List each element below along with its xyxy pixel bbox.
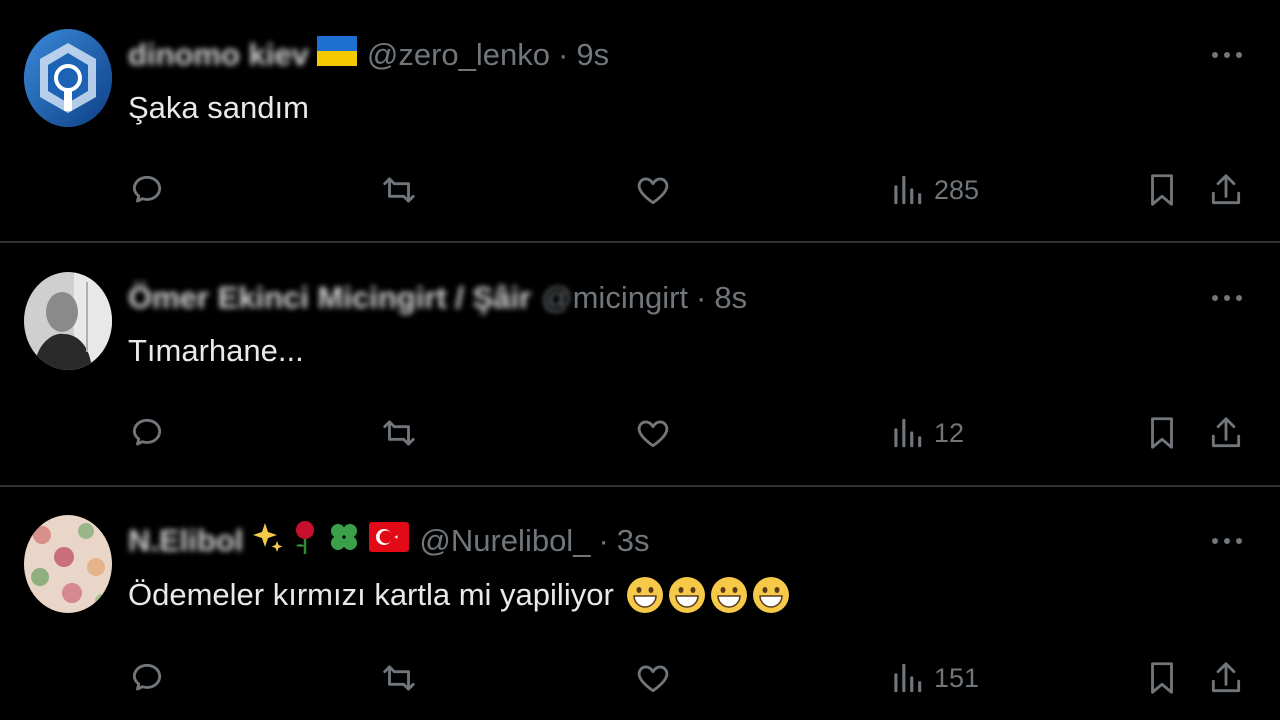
bookmark-button[interactable] xyxy=(1143,656,1181,700)
heart-icon xyxy=(637,177,669,205)
views-count: 12 xyxy=(934,417,965,448)
grinning-face-emoji-icon xyxy=(710,577,747,613)
share-icon xyxy=(1211,174,1241,205)
bookmark-icon xyxy=(1151,174,1173,206)
views-count: 151 xyxy=(934,662,980,693)
bookmark-icon xyxy=(1151,662,1173,694)
grinning-face-emoji-icon xyxy=(626,577,663,613)
views-chart-icon xyxy=(894,418,922,448)
grinning-face-emoji-icon xyxy=(668,577,705,613)
tweet-text-body: Ödemeler kırmızı kartla mi yapiliyor xyxy=(128,577,614,612)
retweet-button[interactable] xyxy=(380,168,418,212)
user-handle[interactable]: micingirt xyxy=(573,280,688,316)
share-button[interactable] xyxy=(1207,168,1245,212)
heart-icon xyxy=(637,665,669,693)
avatar[interactable] xyxy=(24,29,112,127)
reply-button[interactable] xyxy=(128,656,166,700)
retweet-icon xyxy=(383,665,415,691)
dynamo-kyiv-logo-icon xyxy=(24,29,112,127)
like-button[interactable] xyxy=(634,168,672,212)
views-chart-icon xyxy=(894,663,922,693)
heart-icon xyxy=(637,420,669,448)
reply-button[interactable] xyxy=(128,168,166,212)
action-bar: 151 xyxy=(0,656,1280,700)
avatar[interactable] xyxy=(24,272,112,370)
sparkles-emoji-icon xyxy=(251,521,283,561)
like-button[interactable] xyxy=(634,656,672,700)
tweet[interactable]: Ömer Ekinci Micingirt / Şâir @ micingirt… xyxy=(0,243,1280,486)
user-handle[interactable]: @Nurelibol_ xyxy=(419,523,590,559)
retweet-button[interactable] xyxy=(380,411,418,455)
display-name[interactable]: dinomo kiev xyxy=(128,37,309,73)
bookmark-button[interactable] xyxy=(1143,411,1181,455)
views-button[interactable]: 151 xyxy=(888,656,979,700)
tweet-text: Tımarhane... xyxy=(128,333,304,368)
display-name[interactable]: Ömer Ekinci Micingirt / Şâir xyxy=(128,280,531,316)
reply-icon xyxy=(132,663,162,691)
share-button[interactable] xyxy=(1207,656,1245,700)
more-options-icon[interactable] xyxy=(1210,293,1244,303)
turkey-flag-icon xyxy=(369,522,410,560)
bookmark-button[interactable] xyxy=(1143,168,1181,212)
like-button[interactable] xyxy=(634,411,672,455)
user-handle-prefix[interactable]: @ xyxy=(541,280,572,316)
separator-dot: · xyxy=(558,37,569,72)
tweet-header: N.Elibol @Nurelibol_ · 3s xyxy=(128,521,650,561)
retweet-icon xyxy=(383,177,415,203)
reply-icon xyxy=(132,175,162,203)
separator-dot: · xyxy=(598,523,609,558)
retweet-icon xyxy=(383,420,415,446)
reply-button[interactable] xyxy=(128,411,166,455)
more-options-icon[interactable] xyxy=(1210,536,1244,546)
action-bar: 12 xyxy=(0,411,1280,455)
display-name[interactable]: N.Elibol xyxy=(128,523,243,559)
more-options-icon[interactable] xyxy=(1210,50,1244,60)
floral-pattern-icon xyxy=(24,515,112,613)
views-chart-icon xyxy=(894,175,922,205)
grinning-face-emoji-icon xyxy=(752,577,789,613)
separator-dot: · xyxy=(696,280,707,315)
views-count: 285 xyxy=(934,174,980,205)
share-icon xyxy=(1211,662,1241,693)
views-button[interactable]: 285 xyxy=(888,168,979,212)
tweet-header: Ömer Ekinci Micingirt / Şâir @ micingirt… xyxy=(128,278,747,318)
timestamp[interactable]: 8s xyxy=(714,280,747,316)
timestamp[interactable]: 9s xyxy=(576,37,609,73)
ukraine-flag-icon xyxy=(316,36,357,74)
tweet-text: Şaka sandım xyxy=(128,90,309,125)
timestamp[interactable]: 3s xyxy=(617,523,650,559)
share-button[interactable] xyxy=(1207,411,1245,455)
tweet-header: dinomo kiev @zero_lenko · 9s xyxy=(128,35,609,75)
retweet-button[interactable] xyxy=(380,656,418,700)
views-button[interactable]: 12 xyxy=(888,411,964,455)
tweet[interactable]: dinomo kiev @zero_lenko · 9s Şaka sandım… xyxy=(0,0,1280,243)
bookmark-icon xyxy=(1151,417,1173,449)
grayscale-portrait-icon xyxy=(24,272,112,370)
user-handle[interactable]: @zero_lenko xyxy=(367,37,550,73)
share-icon xyxy=(1211,417,1241,448)
reply-icon xyxy=(132,418,162,446)
tweet[interactable]: N.Elibol @Nurelibol_ · 3s Ödemeler kırmı… xyxy=(0,486,1280,720)
avatar[interactable] xyxy=(24,515,112,613)
action-bar: 285 xyxy=(0,168,1280,212)
tweet-text: Ödemeler kırmızı kartla mi yapiliyor xyxy=(128,576,790,614)
rose-emoji-icon xyxy=(291,519,319,563)
four-leaf-clover-emoji-icon xyxy=(327,520,361,562)
